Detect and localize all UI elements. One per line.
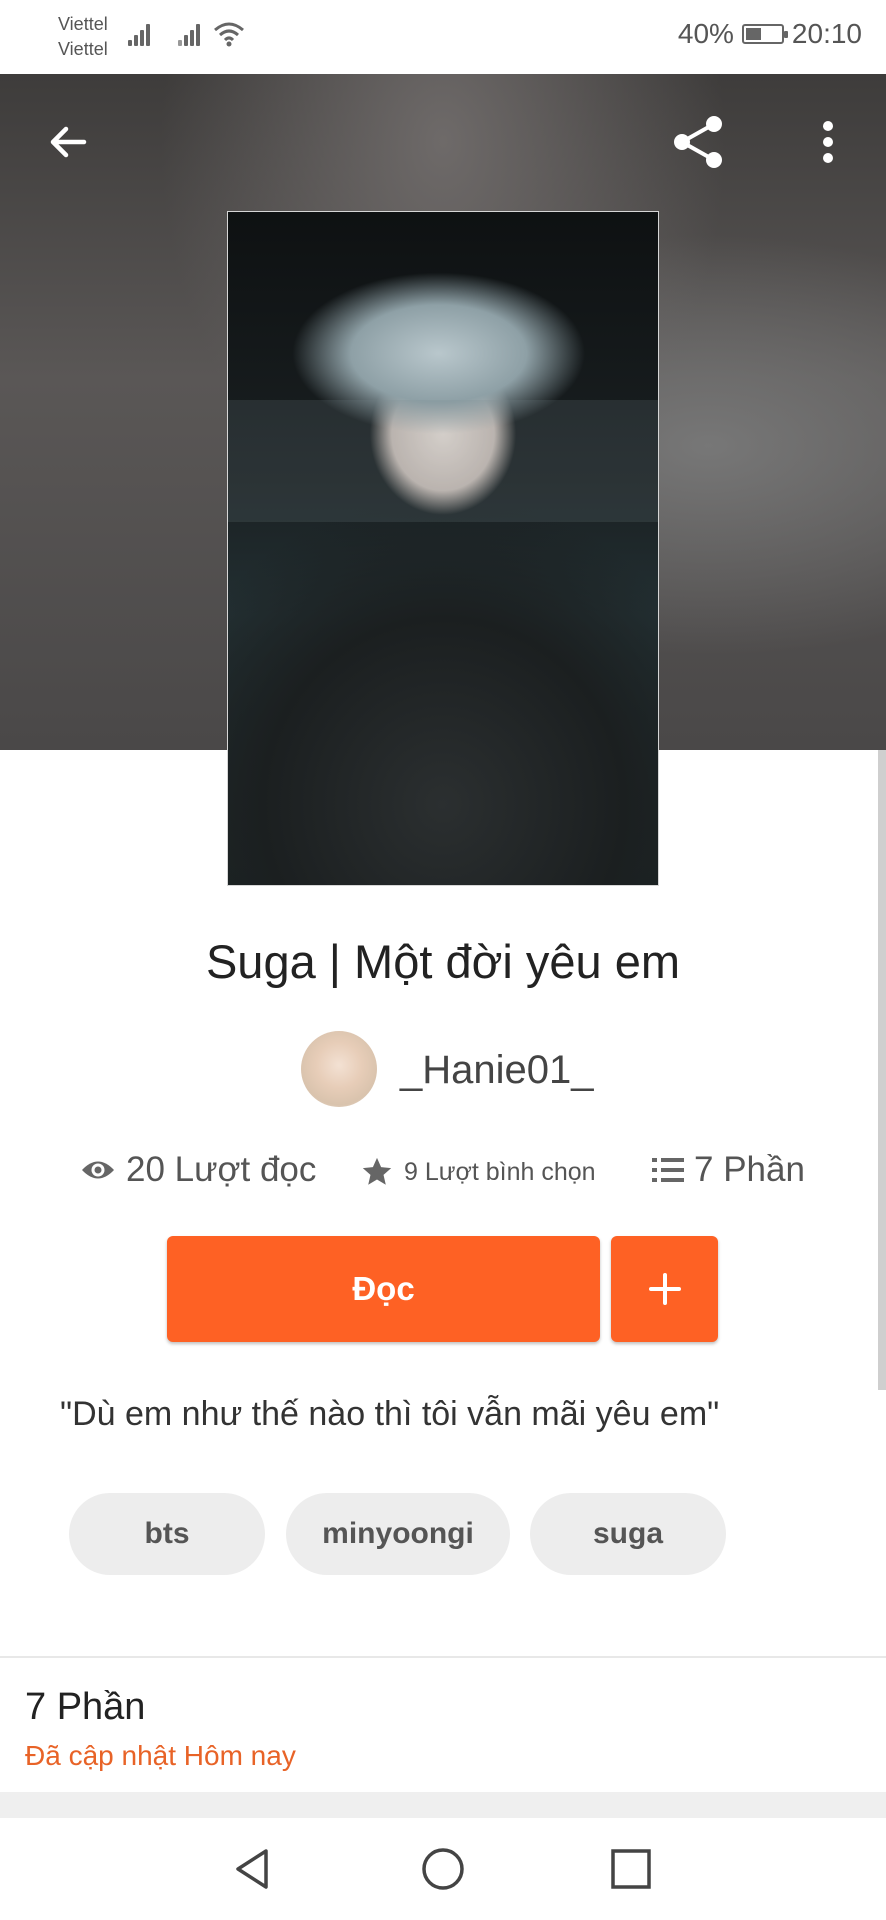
nav-home-button[interactable] <box>418 1844 468 1894</box>
add-to-library-button[interactable] <box>611 1236 718 1342</box>
votes-stat: 9 Lượt bình chọn <box>360 1155 596 1189</box>
battery-icon <box>741 24 788 44</box>
wifi-icon <box>214 22 244 47</box>
reads-count: 20 Lượt đọc <box>126 1150 317 1189</box>
signal-1-icon <box>128 22 154 46</box>
parts-section-title[interactable]: 7 Phần <box>25 1686 145 1729</box>
parts-updated-text: Đã cập nhật Hôm nay <box>25 1740 296 1771</box>
clock: 20:10 <box>791 18 862 49</box>
story-stats: 20 Lượt đọc 9 Lượt bình chọn 7 Phần <box>0 1150 886 1200</box>
eye-icon <box>82 1161 114 1179</box>
tag-bts[interactable]: bts <box>69 1493 265 1575</box>
status-bar: Viettel Viettel 40% 20:10 <box>0 0 886 74</box>
carrier-1: Viettel <box>58 14 108 34</box>
triangle-back-icon <box>236 1849 268 1889</box>
star-icon <box>362 1157 392 1185</box>
parts-stat: 7 Phần <box>652 1150 805 1190</box>
carrier-labels: Viettel Viettel <box>58 12 108 62</box>
carrier-2: Viettel <box>58 39 108 59</box>
share-icon <box>674 116 722 168</box>
section-divider <box>0 1656 886 1658</box>
avatar[interactable] <box>301 1031 377 1107</box>
circle-home-icon <box>422 1848 464 1890</box>
votes-count: 9 Lượt bình chọn <box>404 1157 596 1186</box>
status-right: 40% 20:10 <box>678 18 862 50</box>
story-title: Suga | Một đời yêu em <box>205 935 681 988</box>
story-cover-image <box>227 211 659 886</box>
tag-minyoongi[interactable]: minyoongi <box>286 1493 510 1575</box>
list-icon <box>652 1158 684 1182</box>
author-row[interactable]: _Hanie01_ <box>0 1031 886 1107</box>
square-recents-icon <box>611 1849 651 1889</box>
author-name[interactable]: _Hanie01_ <box>400 1048 594 1093</box>
battery-percent: 40% <box>677 18 734 49</box>
nav-back-button[interactable] <box>228 1844 278 1894</box>
share-button[interactable] <box>668 112 728 172</box>
story-description: "Dù em như thế nào thì tôi vẫn mãi yêu e… <box>60 1395 720 1433</box>
more-options-button[interactable] <box>808 114 848 174</box>
system-nav-bar <box>0 1818 886 1920</box>
parts-count: 7 Phần <box>694 1150 805 1189</box>
arrow-left-icon <box>50 126 87 158</box>
tag-suga[interactable]: suga <box>530 1493 726 1575</box>
read-button[interactable]: Đọc <box>167 1236 600 1342</box>
plus-icon <box>648 1273 681 1305</box>
back-button[interactable] <box>44 118 92 166</box>
nav-recents-button[interactable] <box>606 1844 656 1894</box>
tag-list: bts minyoongi suga <box>0 1493 886 1575</box>
more-vertical-icon <box>823 121 833 163</box>
signal-2-icon <box>178 22 204 46</box>
section-separator <box>0 1792 886 1818</box>
reads-stat: 20 Lượt đọc <box>80 1150 316 1190</box>
